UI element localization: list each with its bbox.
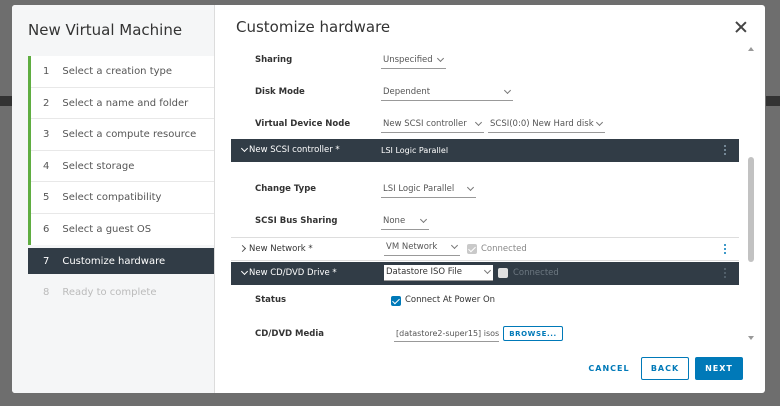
step-number: 1 — [43, 66, 50, 78]
change-type-label: Change Type — [255, 184, 317, 194]
scroll-down-icon[interactable] — [748, 336, 754, 340]
virtual-device-node-label: Virtual Device Node — [255, 119, 351, 129]
status-row: Status Connect At Power On — [231, 290, 749, 312]
cd-dvd-source-value: Datastore ISO File — [386, 267, 463, 277]
scsi-controller-header[interactable]: New SCSI controller * LSI Logic Parallel — [231, 139, 739, 162]
sharing-select[interactable]: Unspecified — [381, 53, 446, 69]
step-label: Select a compute resource — [62, 129, 197, 141]
disk-mode-select[interactable]: Dependent — [381, 85, 513, 101]
scsi-bus-sharing-row: SCSI Bus Sharing None — [231, 211, 749, 233]
step-4[interactable]: 4 Select storage — [28, 150, 214, 182]
wizard-steps: 1 Select a creation type 2 Select a name… — [28, 56, 214, 309]
form-scrollbar[interactable] — [747, 45, 755, 342]
change-type-select[interactable]: LSI Logic Parallel — [381, 182, 476, 198]
step-label: Select a creation type — [62, 66, 173, 78]
virtual-device-node-row: Virtual Device Node New SCSI controller … — [231, 114, 749, 136]
scsi-bus-sharing-select[interactable]: None — [381, 214, 429, 230]
change-type-row: Change Type LSI Logic Parallel — [231, 179, 749, 201]
step-number: 5 — [43, 192, 50, 204]
step-label: Customize hardware — [62, 255, 166, 267]
panel-title: Customize hardware — [236, 18, 391, 36]
step-label: Ready to complete — [62, 287, 157, 299]
controller-value: New SCSI controller — [383, 119, 467, 129]
connect-at-power-on-checkbox[interactable] — [391, 296, 401, 306]
step-number: 6 — [43, 223, 50, 235]
more-actions-icon[interactable] — [724, 145, 727, 156]
next-button[interactable]: NEXT — [695, 357, 743, 380]
cd-dvd-drive-title: New CD/DVD Drive * — [249, 268, 337, 278]
cd-dvd-drive-header[interactable]: New CD/DVD Drive * Datastore ISO File Co… — [231, 262, 739, 285]
device-node-disk-select[interactable]: SCSI(0:0) New Hard disk — [488, 117, 605, 133]
device-node-controller-select[interactable]: New SCSI controller — [381, 117, 484, 133]
more-actions-icon[interactable] — [724, 268, 727, 279]
browse-button[interactable]: BROWSE... — [503, 326, 563, 341]
cd-dvd-connected-checkbox[interactable] — [498, 268, 508, 278]
step-number: 4 — [43, 160, 50, 172]
chevron-down-icon — [240, 267, 249, 276]
cd-dvd-source-select[interactable]: Datastore ISO File — [384, 265, 493, 281]
disk-mode-row: Disk Mode Dependent — [231, 82, 749, 104]
close-icon[interactable] — [733, 19, 749, 35]
new-vm-wizard-modal: New Virtual Machine 1 Select a creation … — [12, 5, 765, 393]
backdrop-strip-right — [766, 96, 780, 106]
scroll-thumb[interactable] — [748, 157, 754, 262]
scsi-controller-value: LSI Logic Parallel — [381, 146, 449, 155]
cd-dvd-media-row: CD/DVD Media [datastore2-super15] isos/ … — [231, 324, 749, 342]
chevron-down-icon — [450, 241, 459, 250]
chevron-down-icon — [474, 118, 483, 127]
scsi-bus-sharing-label: SCSI Bus Sharing — [255, 216, 338, 226]
network-connected-label: Connected — [481, 244, 527, 254]
sharing-value: Unspecified — [383, 55, 433, 65]
step-3[interactable]: 3 Select a compute resource — [28, 119, 214, 151]
step-label: Select a guest OS — [62, 223, 152, 235]
step-1[interactable]: 1 Select a creation type — [28, 56, 214, 88]
step-label: Select storage — [62, 160, 135, 172]
status-label: Status — [255, 295, 287, 305]
chevron-down-icon — [436, 54, 445, 63]
step-label: Select compatibility — [62, 192, 162, 204]
chevron-down-icon — [483, 266, 492, 275]
hardware-form: Sharing Unspecified Disk Mode Dependent … — [231, 45, 759, 342]
step-5[interactable]: 5 Select compatibility — [28, 182, 214, 214]
chevron-down-icon — [503, 86, 512, 95]
chevron-down-icon — [466, 183, 475, 192]
step-label: Select a name and folder — [62, 97, 189, 109]
disk-mode-label: Disk Mode — [255, 87, 305, 97]
connect-at-power-on-label: Connect At Power On — [405, 295, 496, 305]
cd-dvd-media-path-field[interactable]: [datastore2-super15] isos/ — [394, 327, 499, 342]
step-2[interactable]: 2 Select a name and folder — [28, 87, 214, 119]
new-network-row[interactable]: New Network * VM Network Connected — [231, 237, 739, 261]
disk-mode-value: Dependent — [383, 87, 431, 97]
more-actions-icon[interactable] — [724, 244, 727, 255]
step-number: 3 — [43, 129, 50, 141]
step-7[interactable]: 7 Customize hardware — [28, 248, 214, 274]
step-6[interactable]: 6 Select a guest OS — [28, 213, 214, 245]
chevron-down-icon — [419, 215, 428, 224]
change-type-value: LSI Logic Parallel — [383, 184, 455, 194]
scsi-controller-title: New SCSI controller * — [249, 145, 340, 155]
sharing-row: Sharing Unspecified — [231, 50, 749, 72]
chevron-down-icon — [240, 144, 249, 153]
network-connected-checkbox[interactable] — [467, 244, 477, 254]
back-button[interactable]: BACK — [641, 357, 689, 380]
wizard-sidebar: New Virtual Machine 1 Select a creation … — [12, 5, 215, 393]
cd-dvd-media-label: CD/DVD Media — [255, 329, 325, 339]
step-8: 8 Ready to complete — [28, 277, 214, 309]
network-value: VM Network — [386, 242, 438, 252]
wizard-title: New Virtual Machine — [28, 21, 183, 39]
step-number: 7 — [43, 255, 50, 267]
step-number: 2 — [43, 97, 50, 109]
new-network-title: New Network * — [249, 244, 313, 254]
chevron-down-icon — [595, 118, 604, 127]
step-number: 8 — [43, 287, 50, 299]
scsi-bus-sharing-value: None — [383, 216, 406, 226]
disk-value: SCSI(0:0) New Hard disk — [490, 119, 594, 129]
cancel-button[interactable]: CANCEL — [584, 357, 634, 380]
cd-dvd-connected-label: Connected — [513, 268, 559, 278]
network-select[interactable]: VM Network — [384, 240, 460, 256]
sharing-label: Sharing — [255, 55, 293, 65]
chevron-right-icon — [238, 244, 247, 253]
scroll-up-icon[interactable] — [748, 47, 754, 51]
